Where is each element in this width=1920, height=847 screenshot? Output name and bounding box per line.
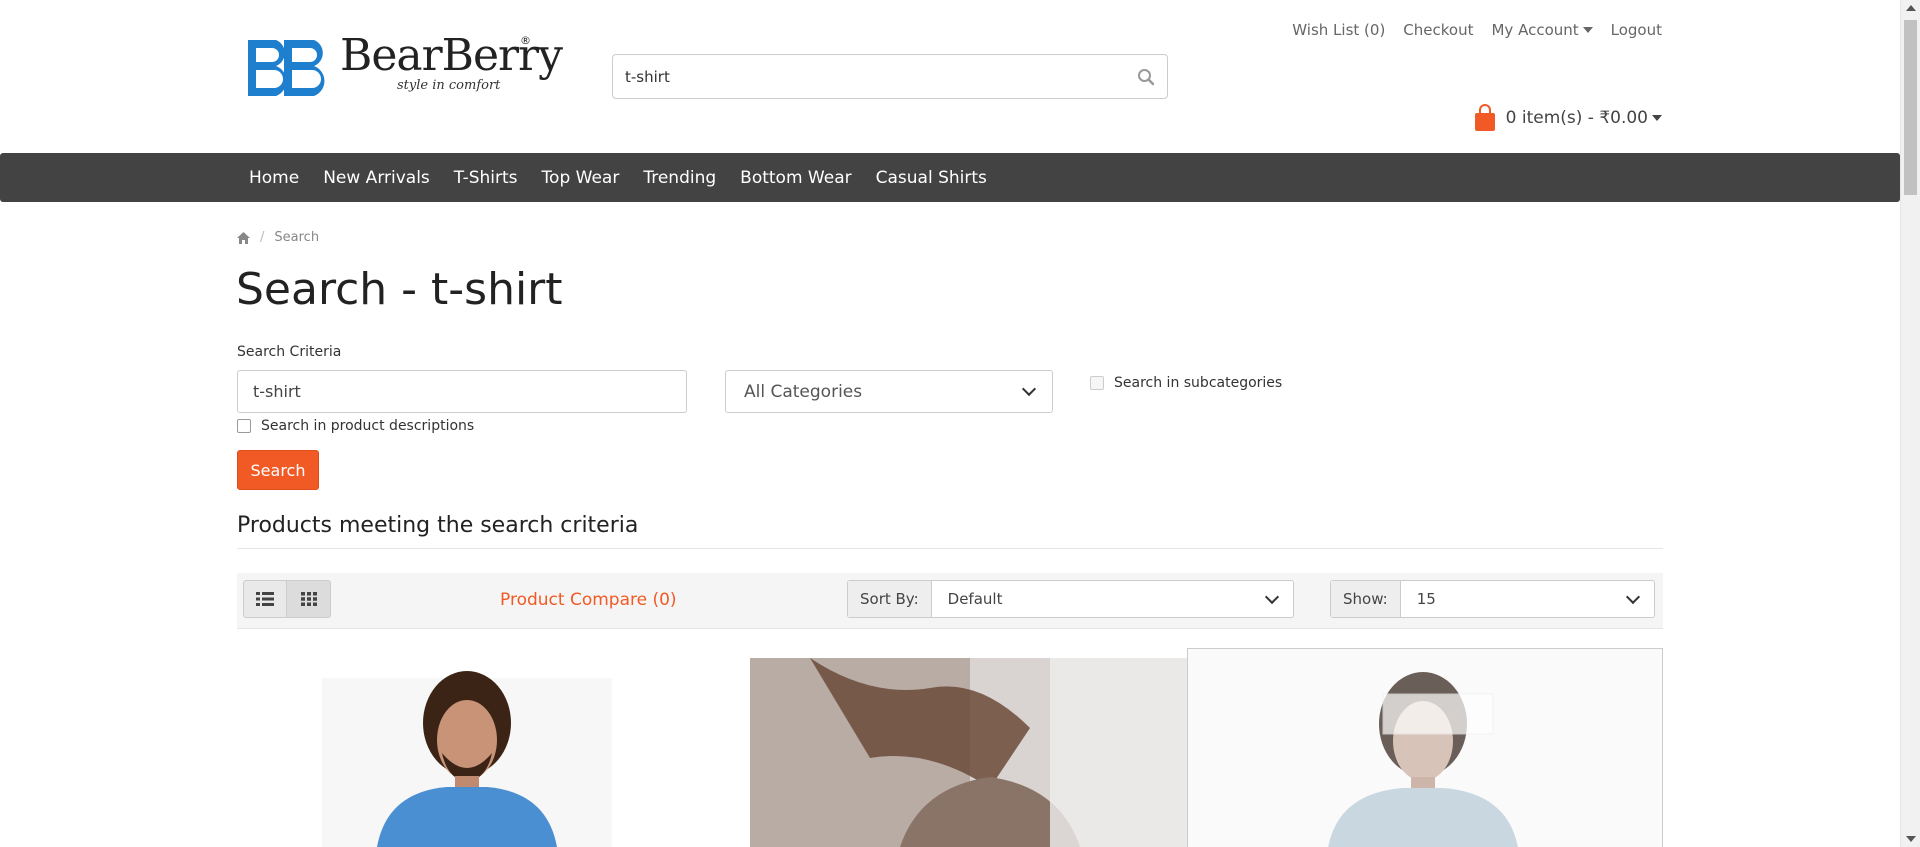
top-links: Wish List (0) Checkout My Account Logout: [1292, 21, 1662, 39]
search-button[interactable]: Search: [237, 450, 319, 490]
checkout-link[interactable]: Checkout: [1403, 21, 1473, 39]
header-search-input[interactable]: [625, 64, 1105, 90]
header-search: [612, 54, 1168, 99]
subcategories-checkbox[interactable]: [1090, 376, 1104, 390]
scroll-up-icon[interactable]: [1906, 5, 1916, 11]
product-compare-link[interactable]: Product Compare (0): [500, 590, 677, 610]
scroll-down-icon[interactable]: [1906, 836, 1916, 842]
product-image[interactable]: [750, 648, 1210, 847]
cart-icon: [1474, 104, 1495, 131]
brand-tagline: style in comfort: [397, 78, 501, 93]
nav-item-casual-shirts[interactable]: Casual Shirts: [864, 168, 999, 188]
product-card[interactable]: [1187, 648, 1663, 847]
subcategories-option: Search in subcategories: [1090, 375, 1282, 391]
breadcrumb: / Search: [237, 230, 319, 245]
descriptions-checkbox[interactable]: [237, 419, 251, 433]
search-criteria-label: Search Criteria: [237, 344, 342, 360]
show-value: 15: [1416, 590, 1436, 608]
scrollbar-thumb[interactable]: [1904, 20, 1917, 195]
subcategories-label: Search in subcategories: [1114, 375, 1283, 391]
chevron-down-icon: [1021, 381, 1037, 397]
divider: [237, 548, 1663, 549]
product-image[interactable]: [1188, 649, 1662, 847]
nav-item-top-wear[interactable]: Top Wear: [530, 168, 632, 188]
descriptions-option: Search in product descriptions: [237, 418, 474, 434]
show-limit-select[interactable]: Show: 15: [1330, 580, 1655, 618]
sort-by-select[interactable]: Sort By: Default: [847, 580, 1294, 618]
cart-button[interactable]: 0 item(s) - ₹0.00: [1474, 104, 1662, 132]
results-toolbar: Product Compare (0) Sort By: Default Sho…: [237, 573, 1663, 629]
page-title: Search - t-shirt: [236, 264, 563, 315]
home-icon[interactable]: [237, 231, 250, 244]
registered-mark: ®: [520, 34, 531, 47]
descriptions-label: Search in product descriptions: [261, 418, 475, 434]
nav-item-new-arrivals[interactable]: New Arrivals: [311, 168, 442, 188]
nav-item-home[interactable]: Home: [237, 168, 311, 188]
brand-logo[interactable]: BearBerry ® style in comfort: [242, 28, 563, 104]
nav-item-bottom-wear[interactable]: Bottom Wear: [728, 168, 863, 188]
my-account-link[interactable]: My Account: [1491, 21, 1593, 39]
chevron-down-icon: [1582, 27, 1593, 33]
results-heading: Products meeting the search criteria: [237, 513, 639, 538]
chevron-down-icon: [1625, 589, 1641, 604]
search-icon[interactable]: [1137, 68, 1155, 86]
nav-item-t-shirts[interactable]: T-Shirts: [442, 168, 530, 188]
list-view-button[interactable]: [243, 580, 287, 618]
sort-by-label: Sort By:: [848, 581, 932, 617]
sort-by-value: Default: [947, 590, 1003, 608]
breadcrumb-separator: /: [260, 230, 265, 245]
my-account-label: My Account: [1491, 21, 1579, 39]
nav-item-trending[interactable]: Trending: [631, 168, 728, 188]
brand-logo-mark: [248, 40, 325, 96]
page-scrollbar[interactable]: [1900, 0, 1920, 847]
search-criteria-input[interactable]: [237, 370, 687, 413]
logout-link[interactable]: Logout: [1611, 21, 1662, 39]
cart-summary: 0 item(s) - ₹0.00: [1505, 108, 1648, 128]
product-card[interactable]: [237, 648, 697, 847]
list-view-icon: [256, 592, 274, 606]
chevron-down-icon: [1652, 115, 1662, 121]
wishlist-link[interactable]: Wish List (0): [1292, 21, 1385, 39]
show-label: Show:: [1331, 581, 1401, 617]
category-selected-value: All Categories: [744, 381, 863, 402]
main-navigation: Home New Arrivals T-Shirts Top Wear Tren…: [0, 153, 1900, 202]
product-image[interactable]: [237, 648, 697, 847]
category-select[interactable]: All Categories: [725, 370, 1053, 413]
view-toggle: [243, 580, 331, 618]
chevron-down-icon: [1264, 589, 1280, 604]
breadcrumb-current[interactable]: Search: [274, 230, 319, 245]
product-card[interactable]: [750, 648, 1210, 847]
grid-view-icon: [300, 592, 317, 606]
grid-view-button[interactable]: [287, 580, 331, 618]
